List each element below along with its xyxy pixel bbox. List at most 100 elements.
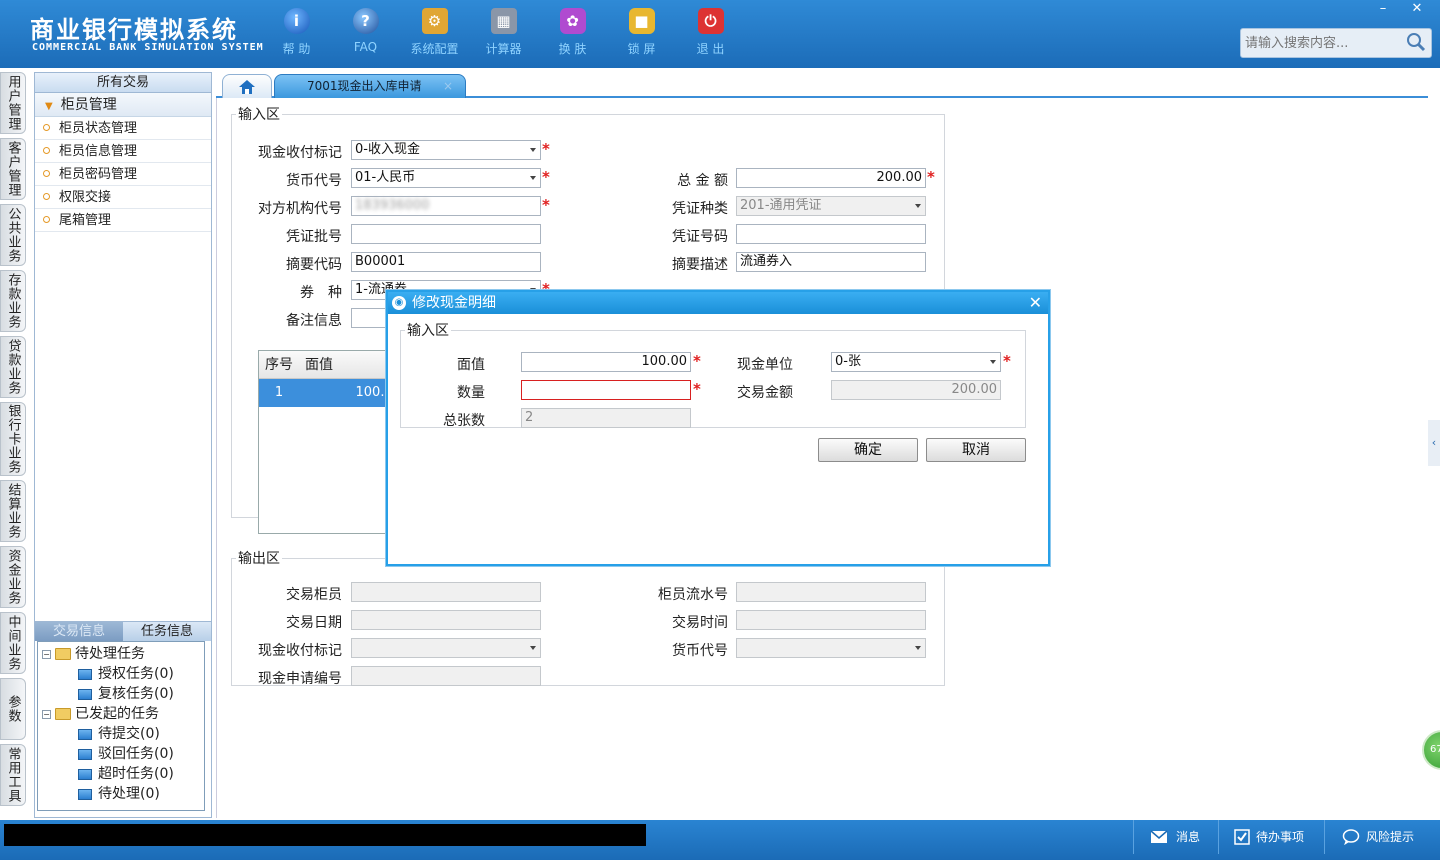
search-input[interactable] bbox=[1241, 29, 1401, 57]
lock-label: 锁 屏 bbox=[627, 42, 656, 56]
total-amount-field[interactable]: 200.00 bbox=[736, 168, 926, 188]
tab-card-business[interactable]: 银行卡业务 bbox=[0, 402, 26, 476]
cash-flag-label: 现金收付标记 bbox=[258, 145, 342, 161]
tab-parameters[interactable]: 参数 bbox=[0, 678, 26, 740]
tree-node-auth-tasks[interactable]: 授权任务(0) bbox=[38, 664, 204, 684]
task-icon bbox=[78, 788, 92, 800]
cash-unit-select[interactable]: 0-张 bbox=[831, 352, 1001, 372]
message-button[interactable]: 消息 bbox=[1150, 820, 1200, 854]
voucher-batch-field[interactable] bbox=[351, 224, 541, 244]
tree-node-review-tasks[interactable]: 复核任务(0) bbox=[38, 684, 204, 704]
cash-flag-select[interactable]: 0-收入现金 bbox=[351, 140, 541, 160]
group-label: 柜员管理 bbox=[60, 97, 117, 113]
lock-button[interactable]: ■ 锁 屏 bbox=[607, 6, 676, 57]
minimize-button[interactable]: – bbox=[1366, 0, 1400, 18]
calculator-button[interactable]: ▦ 计算器 bbox=[469, 6, 538, 57]
tree-node-to-submit[interactable]: 待提交(0) bbox=[38, 724, 204, 744]
collapse-icon[interactable]: − bbox=[42, 709, 51, 719]
voucher-batch-label: 凭证批号 bbox=[286, 229, 342, 245]
quantity-label: 数量 bbox=[457, 385, 485, 401]
menu-item-teller-password[interactable]: 柜员密码管理 bbox=[35, 163, 211, 186]
currency-value: 01-人民币 bbox=[355, 170, 416, 185]
collapse-handle[interactable]: ‹ bbox=[1428, 420, 1440, 466]
tab-intermediary-business[interactable]: 中间业务 bbox=[0, 612, 26, 674]
checkbox-icon bbox=[1234, 829, 1250, 845]
summary-desc-field[interactable]: 流通券入 bbox=[736, 252, 926, 272]
document-tabs: 7001现金出入库申请 × bbox=[216, 72, 1428, 98]
risk-label: 风险提示 bbox=[1366, 830, 1415, 844]
tab-deposit-business[interactable]: 存款业务 bbox=[0, 270, 26, 332]
date-label: 交易日期 bbox=[286, 615, 342, 631]
summary-desc-label: 摘要描述 bbox=[672, 257, 728, 273]
tab-user-management[interactable]: 用户管理 bbox=[0, 72, 26, 134]
panel-header: 所有交易 bbox=[35, 73, 211, 93]
counterparty-field[interactable]: 183936000 bbox=[351, 196, 541, 216]
menu-item-teller-info[interactable]: 柜员信息管理 bbox=[35, 140, 211, 163]
home-tab[interactable] bbox=[222, 74, 272, 98]
currency-label: 货币代号 bbox=[286, 173, 342, 189]
collapse-icon[interactable]: − bbox=[42, 649, 51, 659]
menu-item-label: 柜员信息管理 bbox=[59, 144, 138, 159]
grid-header: 序号 面值 bbox=[259, 351, 407, 379]
tab-customer-management[interactable]: 客户管理 bbox=[0, 138, 26, 200]
tree-node-rejected[interactable]: 驳回任务(0) bbox=[38, 744, 204, 764]
menu-item-cash-box[interactable]: 尾箱管理 bbox=[35, 209, 211, 232]
trade-amount-label: 交易金额 bbox=[737, 385, 793, 401]
chevron-down-icon bbox=[530, 176, 536, 180]
app-subtitle: COMMERCIAL BANK SIMULATION SYSTEM bbox=[32, 42, 264, 53]
confirm-button[interactable]: 确定 bbox=[818, 438, 918, 462]
voucher-type-select[interactable]: 201-通用凭证 bbox=[736, 196, 926, 216]
tab-fund-business[interactable]: 资金业务 bbox=[0, 546, 26, 608]
menu-item-teller-status[interactable]: 柜员状态管理 bbox=[35, 117, 211, 140]
bullet-icon bbox=[43, 124, 50, 131]
skin-button[interactable]: ✿ 换 肤 bbox=[538, 6, 607, 57]
tree-node-pending[interactable]: − 待处理任务 bbox=[38, 644, 204, 664]
quantity-field[interactable] bbox=[521, 380, 691, 400]
summary-code-label: 摘要代码 bbox=[286, 257, 342, 273]
summary-code-field[interactable]: B00001 bbox=[351, 252, 541, 272]
tab-public-business[interactable]: 公共业务 bbox=[0, 204, 26, 266]
cancel-button[interactable]: 取消 bbox=[926, 438, 1026, 462]
tab-common-tools[interactable]: 常用工具 bbox=[0, 744, 26, 806]
faq-button[interactable]: ? FAQ bbox=[331, 6, 400, 57]
dialog-app-icon: ◉ bbox=[392, 296, 406, 310]
close-tab-icon[interactable]: × bbox=[443, 75, 453, 97]
tree-node-to-process[interactable]: 待处理(0) bbox=[38, 784, 204, 804]
required-mark: * bbox=[1003, 352, 1011, 370]
menu-item-permission-handover[interactable]: 权限交接 bbox=[35, 186, 211, 209]
group-teller-management[interactable]: ▼ 柜员管理 bbox=[35, 93, 211, 117]
tab-settlement-business[interactable]: 结算业务 bbox=[0, 480, 26, 542]
total-amount-label: 总 金 额 bbox=[677, 173, 728, 189]
currency-select[interactable]: 01-人民币 bbox=[351, 168, 541, 188]
out-cash-flag-label: 现金收付标记 bbox=[258, 643, 342, 659]
dialog-input-area: 输入区 面值 100.00 * 现金单位 0-张 * 数量 * 交易金额 200… bbox=[400, 320, 1026, 429]
voucher-type-value: 201-通用凭证 bbox=[740, 198, 822, 213]
voucher-no-field[interactable] bbox=[736, 224, 926, 244]
chevron-down-icon bbox=[530, 646, 536, 650]
exit-button[interactable]: ⏻ 退 出 bbox=[676, 6, 745, 57]
config-button[interactable]: ⚙ 系统配置 bbox=[400, 6, 469, 57]
tab-task-info[interactable]: 任务信息 bbox=[123, 622, 211, 641]
tree-node-initiated[interactable]: − 已发起的任务 bbox=[38, 704, 204, 724]
tab-cash-request[interactable]: 7001现金出入库申请 × bbox=[274, 74, 466, 98]
output-area: 输出区 交易柜员 柜员流水号 交易日期 交易时间 现金收付标记 货币代号 现金申… bbox=[231, 548, 945, 687]
face-value-field[interactable]: 100.00 bbox=[521, 352, 691, 372]
bullet-icon bbox=[43, 147, 50, 154]
tab-loan-business[interactable]: 贷款业务 bbox=[0, 336, 26, 398]
table-row[interactable]: 1 100.00 bbox=[259, 379, 407, 407]
close-window-button[interactable]: ✕ bbox=[1400, 0, 1434, 18]
chevron-down-icon bbox=[530, 148, 536, 152]
teller-label: 交易柜员 bbox=[286, 587, 342, 603]
tree-node-timeout[interactable]: 超时任务(0) bbox=[38, 764, 204, 784]
risk-button[interactable]: 风险提示 bbox=[1342, 820, 1414, 854]
coupon-type-label: 券 种 bbox=[300, 285, 342, 301]
todo-button[interactable]: 待办事项 bbox=[1234, 820, 1304, 854]
todo-label: 待办事项 bbox=[1256, 830, 1305, 844]
app-title: 商业银行模拟系统 bbox=[30, 16, 238, 44]
skin-icon: ✿ bbox=[559, 8, 586, 34]
help-label: 帮 助 bbox=[282, 42, 311, 56]
tab-transaction-info[interactable]: 交易信息 bbox=[35, 622, 123, 641]
close-icon[interactable]: ✕ bbox=[1029, 292, 1042, 314]
search-icon[interactable] bbox=[1406, 32, 1426, 52]
help-button[interactable]: i 帮 助 bbox=[262, 6, 331, 57]
